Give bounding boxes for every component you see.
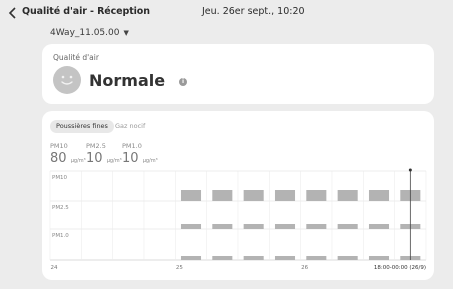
page-title: Qualité d'air - Réception [22, 6, 150, 17]
bar [274, 256, 296, 260]
bar [274, 190, 296, 201]
bar [306, 256, 327, 260]
bar [274, 224, 296, 229]
bar [337, 224, 358, 229]
datetime: Jeu. 26er sept., 10:20 [202, 6, 305, 17]
bar [243, 256, 264, 260]
series-label: PM2.5 [52, 205, 69, 211]
dust-bar-chart: PM10 PM2.5 PM1.0 24 25 26 18:00-00:00 (26/9) [49, 168, 427, 271]
smiley-face-icon [53, 66, 81, 94]
air-quality-label: Qualité d'air [53, 53, 99, 62]
bar [180, 190, 202, 201]
bar [180, 256, 202, 260]
dust-chart-card: Poussières fines Gaz nocif PM10 80 μg/m³… [42, 111, 434, 280]
x-tick-label: 25 [176, 265, 183, 271]
bar [212, 256, 233, 260]
cursor-dot [408, 168, 412, 172]
bar [368, 190, 390, 201]
bar [337, 256, 358, 260]
bar [212, 224, 233, 229]
header: Qualité d'air - Réception Jeu. 26er sept… [0, 0, 453, 24]
range-label: 18:00-00:00 (26/9) [374, 265, 426, 271]
air-quality-status: Normale [89, 71, 166, 90]
series-label: PM10 [52, 175, 68, 181]
bar [243, 224, 264, 229]
air-quality-card: Qualité d'air Normale i [42, 44, 434, 104]
bar [212, 190, 233, 201]
bar [337, 190, 358, 201]
bar [368, 224, 390, 229]
chevron-down-icon: ▼ [123, 29, 129, 37]
bar [368, 256, 390, 260]
bar [306, 190, 327, 201]
bar [180, 224, 202, 229]
series-label: PM1.0 [52, 233, 69, 239]
device-selector[interactable]: 4Way_11.05.00 ▼ [50, 28, 129, 38]
bar [243, 190, 264, 201]
device-name: 4Way_11.05.00 [50, 28, 120, 38]
x-tick-label: 24 [51, 265, 58, 271]
info-icon[interactable]: i [179, 78, 187, 86]
back-chevron-icon[interactable] [8, 7, 18, 19]
x-tick-label: 26 [301, 265, 308, 271]
bar [306, 224, 327, 229]
